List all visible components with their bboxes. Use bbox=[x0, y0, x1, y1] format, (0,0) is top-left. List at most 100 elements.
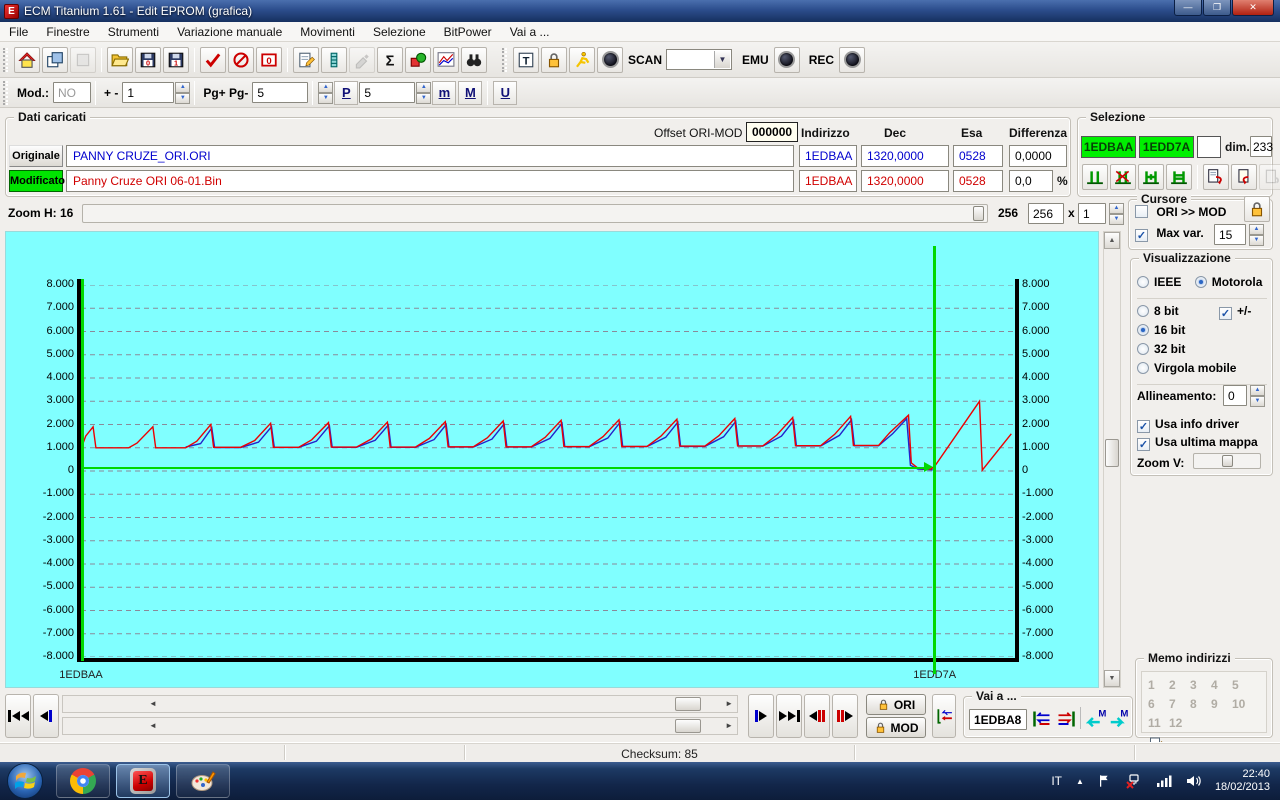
toolbar-grip[interactable] bbox=[502, 47, 507, 72]
menu-file[interactable]: File bbox=[0, 23, 37, 41]
table-view-button[interactable] bbox=[321, 46, 347, 73]
signal-bars-icon[interactable] bbox=[1156, 774, 1172, 788]
memo-slot-6[interactable]: 6 bbox=[1148, 695, 1169, 714]
network-disconnected-icon[interactable] bbox=[1126, 773, 1142, 789]
goto-ori-button[interactable] bbox=[1032, 709, 1052, 729]
clock[interactable]: 22:40 18/02/2013 bbox=[1215, 768, 1270, 794]
spin-up-icon[interactable]: ▲ bbox=[416, 81, 432, 93]
usa-ultima-mappa-checkbox[interactable]: ✓ bbox=[1137, 438, 1150, 451]
8bit-radio[interactable] bbox=[1137, 305, 1149, 317]
graph-hscrollbar-bottom[interactable]: ◄ ► bbox=[62, 717, 738, 735]
tray-expand-icon[interactable]: ▲ bbox=[1076, 777, 1084, 786]
volume-icon[interactable] bbox=[1186, 774, 1202, 788]
toolbar-grip[interactable] bbox=[3, 47, 8, 72]
page-forward-button[interactable] bbox=[832, 694, 858, 738]
step-back-button[interactable] bbox=[33, 694, 59, 738]
originale-button[interactable]: Originale bbox=[9, 145, 63, 167]
text-mode-button[interactable]: T bbox=[513, 46, 539, 73]
vertical-scroll-thumb[interactable] bbox=[1105, 439, 1119, 467]
memo-back-button[interactable]: M bbox=[1086, 707, 1108, 729]
originale-filename[interactable]: PANNY CRUZE_ORI.ORI bbox=[66, 145, 794, 167]
page-spinner[interactable]: ▲ ▼ bbox=[318, 81, 334, 104]
spin-up-icon[interactable]: ▲ bbox=[1249, 224, 1264, 235]
scroll-down-icon[interactable]: ▼ bbox=[1104, 670, 1120, 687]
run-button[interactable] bbox=[569, 46, 595, 73]
find-button[interactable] bbox=[461, 46, 487, 73]
spin-up-icon[interactable]: ▲ bbox=[1250, 385, 1265, 396]
zoom-v-slider[interactable] bbox=[1193, 453, 1261, 469]
memo-slot-12[interactable]: 12 bbox=[1169, 714, 1190, 733]
eprom-graph[interactable]: 8.000 7.000 6.000 5.000 4.000 3.000 2.000 1.000… bbox=[5, 231, 1099, 688]
go-end-button[interactable] bbox=[776, 694, 802, 738]
selection-add-button[interactable] bbox=[1138, 164, 1164, 190]
memo-slot-8[interactable]: 8 bbox=[1190, 695, 1211, 714]
discard-button[interactable] bbox=[228, 46, 254, 73]
scroll-up-icon[interactable]: ▲ bbox=[1104, 232, 1120, 249]
allineamento-spinner[interactable]: ▲ ▼ bbox=[1250, 385, 1265, 407]
memo-forward-button[interactable]: M bbox=[1108, 707, 1130, 729]
home-button[interactable] bbox=[14, 46, 40, 73]
ori-lock-button[interactable]: ORI bbox=[866, 694, 926, 715]
lock-button[interactable] bbox=[541, 46, 567, 73]
taskbar-chrome[interactable] bbox=[56, 764, 110, 798]
page-back-button[interactable] bbox=[804, 694, 830, 738]
zoom-mult-spinner[interactable]: ▲ ▼ bbox=[1109, 203, 1124, 225]
memo-slot-1[interactable]: 1 bbox=[1148, 676, 1169, 695]
signed-checkbox[interactable]: ✓ bbox=[1219, 307, 1232, 320]
percent-spinner[interactable]: ▲ ▼ bbox=[416, 81, 432, 104]
compare-button[interactable] bbox=[405, 46, 431, 73]
selection-end-field[interactable]: 1EDD7A bbox=[1139, 136, 1194, 158]
close-button[interactable]: ✕ bbox=[1232, 0, 1274, 16]
go-start-button[interactable] bbox=[5, 694, 31, 738]
paste-selection-button[interactable] bbox=[1231, 164, 1257, 190]
spin-down-icon[interactable]: ▼ bbox=[1109, 214, 1124, 225]
scroll-right-icon[interactable]: ► bbox=[725, 721, 733, 730]
memo-slot-11[interactable]: 11 bbox=[1148, 714, 1169, 733]
memo-slot-4[interactable]: 4 bbox=[1211, 676, 1232, 695]
scroll-left-icon[interactable]: ◄ bbox=[149, 721, 157, 730]
spin-down-icon[interactable]: ▼ bbox=[1250, 396, 1265, 407]
sum-button[interactable]: Σ bbox=[377, 46, 403, 73]
memo-slot-2[interactable]: 2 bbox=[1169, 676, 1190, 695]
max-button[interactable]: M bbox=[458, 80, 483, 105]
page-step-field[interactable]: 5 bbox=[252, 82, 309, 103]
max-var-spinner[interactable]: ▲ ▼ bbox=[1249, 224, 1264, 246]
window-disabled-button[interactable] bbox=[70, 46, 96, 73]
menu-finestre[interactable]: Finestre bbox=[37, 23, 98, 41]
hscroll-thumb[interactable] bbox=[675, 719, 701, 733]
menu-vai-a[interactable]: Vai a ... bbox=[501, 23, 559, 41]
mod-lock-button[interactable]: MOD bbox=[866, 717, 926, 738]
hscroll-thumb[interactable] bbox=[675, 697, 701, 711]
step-field[interactable]: 1 bbox=[122, 82, 175, 103]
max-var-checkbox[interactable]: ✓ bbox=[1135, 229, 1148, 242]
usa-info-driver-checkbox[interactable]: ✓ bbox=[1137, 420, 1150, 433]
zoom-h-slider-thumb[interactable] bbox=[973, 206, 984, 221]
selection-equal-button[interactable] bbox=[1166, 164, 1192, 190]
brush-button[interactable] bbox=[349, 46, 375, 73]
maximize-button[interactable]: ❐ bbox=[1203, 0, 1231, 16]
spin-down-icon[interactable]: ▼ bbox=[416, 92, 432, 104]
action-center-flag-icon[interactable] bbox=[1098, 774, 1112, 788]
cursor-lock-button[interactable] bbox=[1244, 196, 1270, 222]
percent-mode-button[interactable]: P bbox=[334, 80, 359, 105]
ieee-radio[interactable] bbox=[1137, 276, 1149, 288]
menu-selezione[interactable]: Selezione bbox=[364, 23, 435, 41]
scroll-right-icon[interactable]: ► bbox=[725, 699, 733, 708]
selection-extra-field[interactable] bbox=[1197, 136, 1221, 158]
step-forward-button[interactable] bbox=[748, 694, 774, 738]
min-button[interactable]: m bbox=[432, 80, 457, 105]
minimize-button[interactable]: — bbox=[1174, 0, 1202, 16]
scroll-left-icon[interactable]: ◄ bbox=[149, 699, 157, 708]
language-indicator[interactable]: IT bbox=[1051, 774, 1062, 788]
cursor-line[interactable] bbox=[933, 246, 937, 674]
taskbar-ecm-titanium[interactable]: E bbox=[116, 764, 170, 798]
zoom-width-field[interactable]: 256 bbox=[1028, 203, 1064, 224]
clear-selection-button[interactable] bbox=[1110, 164, 1136, 190]
edit-driver-button[interactable] bbox=[293, 46, 319, 73]
vai-a-address-field[interactable]: 1EDBA8 bbox=[969, 709, 1027, 730]
chart-vertical-scrollbar[interactable]: ▲ ▼ bbox=[1103, 231, 1121, 688]
32bit-radio[interactable] bbox=[1137, 343, 1149, 355]
memo-slot-3[interactable]: 3 bbox=[1190, 676, 1211, 695]
zoom-v-thumb[interactable] bbox=[1222, 455, 1233, 467]
modificato-filename[interactable]: Panny Cruze ORI 06-01.Bin bbox=[66, 170, 794, 192]
